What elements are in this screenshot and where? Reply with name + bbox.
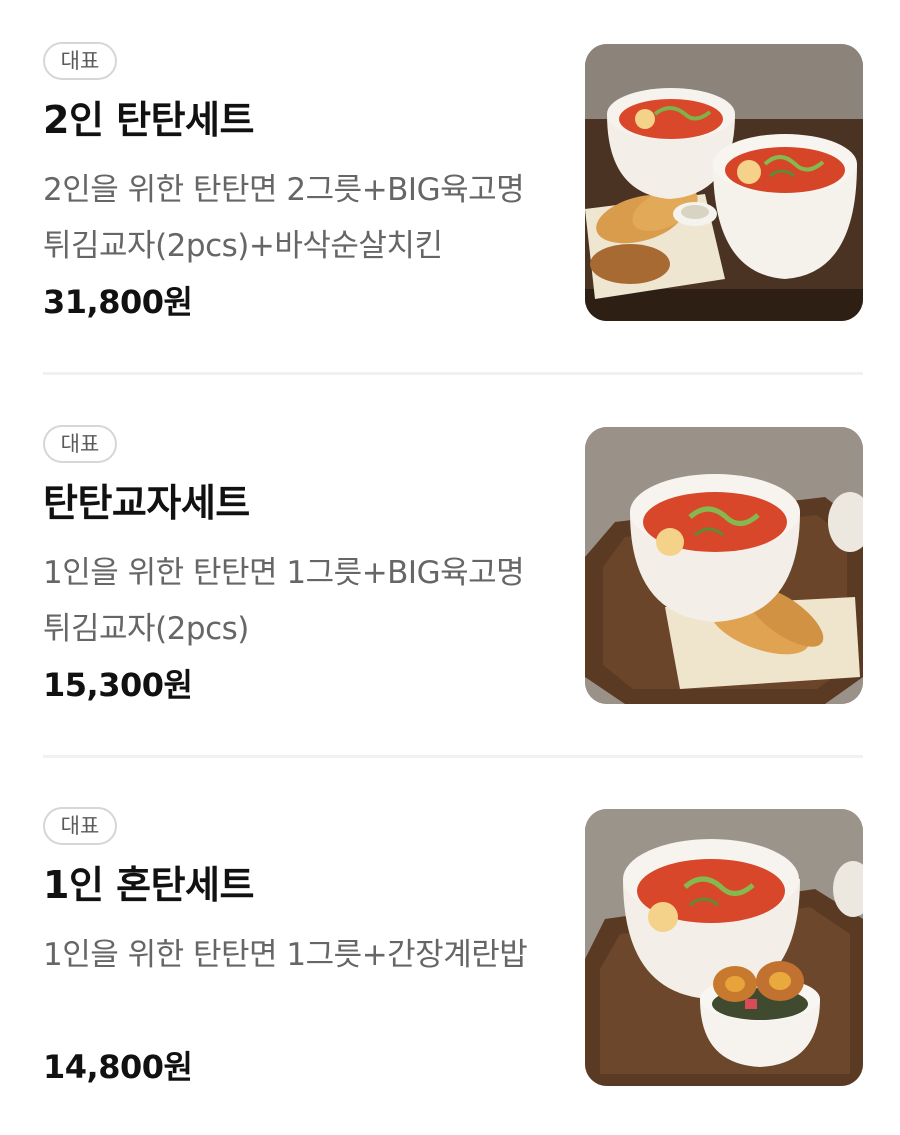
menu-item-description: 2인을 위한 탄탄면 2그릇+BIG육고명튀김교자(2pcs)+바삭순살치킨 bbox=[43, 172, 525, 264]
menu-item-price: 14,800원 bbox=[43, 1048, 193, 1086]
menu-item-solo-tantan-set[interactable]: 대표 1인 혼탄세트 1인을 위한 탄탄면 1그릇+간장계란밥 14,800원 bbox=[43, 807, 863, 1087]
menu-item-title: 탄탄교자세트 bbox=[43, 481, 250, 525]
menu-item-tantan-set-for-two[interactable]: 대표 2인 탄탄세트 2인을 위한 탄탄면 2그릇+BIG육고명튀김교자(2pc… bbox=[43, 42, 863, 322]
menu-item-description: 1인을 위한 탄탄면 1그릇+BIG육고명튀김교자(2pcs) bbox=[43, 555, 525, 647]
divider bbox=[43, 372, 863, 375]
tantan-set-for-two-photo bbox=[585, 44, 863, 321]
signature-badge: 대표 bbox=[43, 42, 117, 80]
menu-item-photo[interactable] bbox=[585, 809, 863, 1086]
signature-badge: 대표 bbox=[43, 807, 117, 845]
menu-item-title: 1인 혼탄세트 bbox=[43, 863, 254, 907]
menu-item-price: 15,300원 bbox=[43, 666, 193, 704]
divider bbox=[43, 755, 863, 758]
signature-badge: 대표 bbox=[43, 425, 117, 463]
menu-item-photo[interactable] bbox=[585, 44, 863, 321]
menu-item-price: 31,800원 bbox=[43, 283, 193, 321]
solo-tantan-set-photo bbox=[585, 809, 863, 1086]
menu-item-photo[interactable] bbox=[585, 427, 863, 704]
menu-item-description: 1인을 위한 탄탄면 1그릇+간장계란밥 bbox=[43, 937, 528, 973]
tantan-gyoza-set-photo bbox=[585, 427, 863, 704]
menu-item-tantan-gyoza-set[interactable]: 대표 탄탄교자세트 1인을 위한 탄탄면 1그릇+BIG육고명튀김교자(2pcs… bbox=[43, 425, 863, 705]
menu-list: 대표 2인 탄탄세트 2인을 위한 탄탄면 2그릇+BIG육고명튀김교자(2pc… bbox=[0, 0, 900, 1135]
menu-item-title: 2인 탄탄세트 bbox=[43, 98, 254, 142]
